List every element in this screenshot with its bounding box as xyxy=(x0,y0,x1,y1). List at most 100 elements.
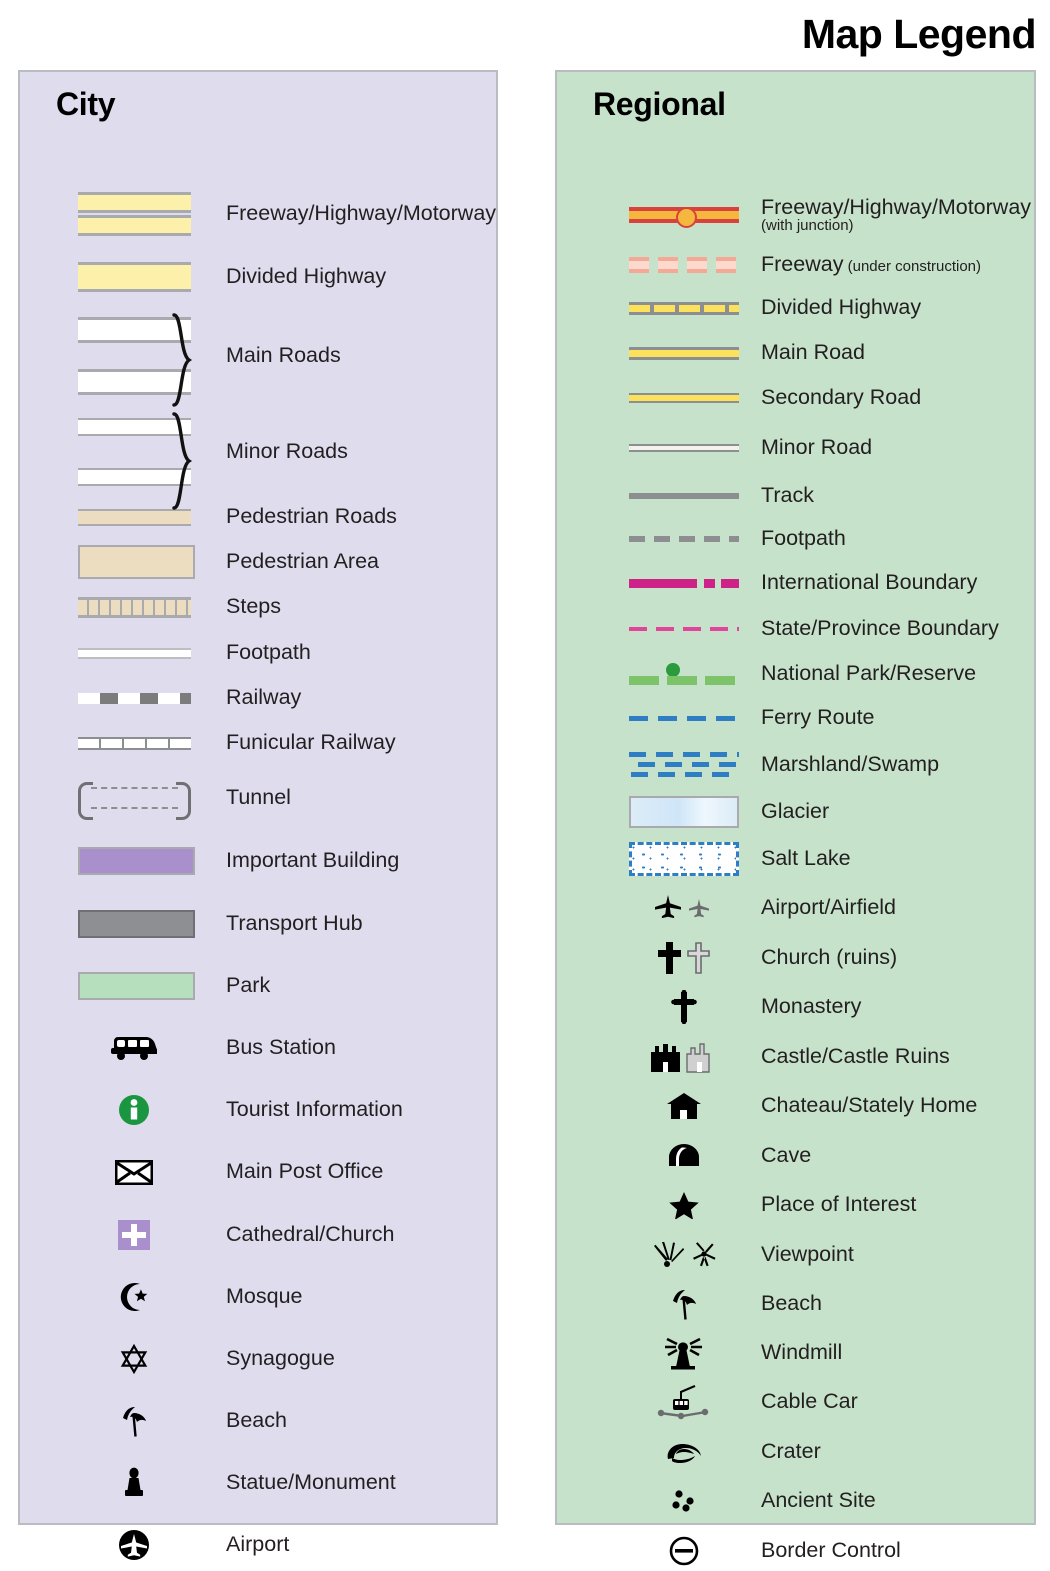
glacier-swatch xyxy=(619,796,749,828)
legend-row: International Boundary xyxy=(557,563,1034,603)
border-control-icon xyxy=(619,1536,749,1566)
legend-label: Airport xyxy=(226,1532,290,1557)
page-title: Map Legend xyxy=(801,11,1037,57)
crescent-star-icon xyxy=(58,1282,210,1312)
legend-label: Footpath xyxy=(226,640,311,665)
chateau-icon xyxy=(619,1092,749,1120)
legend-label: Beach xyxy=(761,1291,822,1316)
ancient-site-dots-icon xyxy=(619,1488,749,1514)
legend-label: Marshland/Swamp xyxy=(761,752,940,777)
legend-row: Funicular Railway xyxy=(20,723,496,763)
legend-row: Tunnel xyxy=(20,778,496,820)
legend-row: Crater xyxy=(557,1432,1034,1472)
legend-label: Chateau/Stately Home xyxy=(761,1093,978,1118)
castle-pair-icon xyxy=(619,1040,749,1074)
cross-pair-icon xyxy=(619,941,749,975)
beach-umbrella-icon xyxy=(619,1287,749,1321)
legend-row: Freeway/Highway/Motorway (with junction) xyxy=(557,195,1034,235)
legend-label: Divided Highway xyxy=(226,264,387,289)
legend-label: Transport Hub xyxy=(226,911,363,936)
legend-row: Airport xyxy=(20,1525,496,1565)
legend-row: Cave xyxy=(557,1136,1034,1176)
legend-label: International Boundary xyxy=(761,570,978,595)
ferry-route-line xyxy=(619,715,749,721)
legend-label: Tourist Information xyxy=(226,1097,403,1122)
legend-row: Pedestrian Area xyxy=(20,542,496,582)
legend-row: Park xyxy=(20,966,496,1006)
legend-row: Important Building xyxy=(20,841,496,881)
legend-row: Track xyxy=(557,476,1034,516)
legend-label: Place of Interest xyxy=(761,1192,917,1217)
envelope-icon xyxy=(58,1159,210,1185)
legend-row: Freeway (under construction) xyxy=(557,245,1034,285)
star-icon xyxy=(619,1191,749,1219)
legend-sublabel: (under construction) xyxy=(843,258,982,276)
legend-row: Bus Station xyxy=(20,1028,496,1068)
legend-label: Airport/Airfield xyxy=(761,895,897,920)
legend-row: Secondary Road xyxy=(557,378,1034,418)
legend-row: Tourist Information xyxy=(20,1090,496,1130)
legend-row: State/Province Boundary xyxy=(557,609,1034,649)
legend-label: State/Province Boundary xyxy=(761,616,999,641)
legend-row: Place of Interest xyxy=(557,1185,1034,1225)
legend-label: Cable Car xyxy=(761,1389,858,1414)
minor-road-line xyxy=(619,444,749,452)
legend-label: Freeway (under construction) xyxy=(761,253,981,276)
legend-row: Minor Roads xyxy=(20,418,496,486)
legend-label: Cathedral/Church xyxy=(226,1222,395,1247)
freeway-junction-line xyxy=(619,206,749,228)
legend-label: Mosque xyxy=(226,1284,303,1309)
legend-label: Church (ruins) xyxy=(761,945,898,970)
legend-label-text: Freeway/Highway/Motorway xyxy=(761,194,1032,219)
legend-row: Ancient Site xyxy=(557,1481,1034,1521)
legend-label: Funicular Railway xyxy=(226,730,396,755)
legend-label: Statue/Monument xyxy=(226,1470,396,1495)
legend-row: Main Post Office xyxy=(20,1152,496,1192)
statue-icon xyxy=(58,1467,210,1499)
windmill-icon xyxy=(619,1336,749,1370)
legend-row: Minor Road xyxy=(557,428,1034,468)
legend-row: Windmill xyxy=(557,1333,1034,1373)
beach-umbrella-icon xyxy=(58,1404,210,1438)
legend-row: Transport Hub xyxy=(20,904,496,944)
legend-label: Pedestrian Roads xyxy=(226,504,397,529)
legend-label: Cave xyxy=(761,1143,812,1168)
cathedral-cross-square-icon xyxy=(58,1220,210,1250)
legend-label: Pedestrian Area xyxy=(226,549,379,574)
legend-row: Footpath xyxy=(557,519,1034,559)
park-swatch xyxy=(58,972,210,1000)
track-line xyxy=(619,493,749,499)
legend-row: Beach xyxy=(20,1401,496,1441)
airport-circle-icon xyxy=(58,1529,210,1561)
bus-icon xyxy=(58,1035,210,1061)
legend-label: Tunnel xyxy=(226,785,291,810)
legend-label: Railway xyxy=(226,685,302,710)
legend-label: Bus Station xyxy=(226,1035,336,1060)
legend-row: Church (ruins) xyxy=(557,938,1034,978)
legend-label: Track xyxy=(761,483,814,508)
legend-label: Monastery xyxy=(761,994,862,1019)
pedestrian-area-block xyxy=(58,545,210,579)
regional-legend-panel: Regional Freeway/Highway/Motorway (with j… xyxy=(555,70,1036,1566)
footpath-thin-line xyxy=(58,647,210,659)
important-building-swatch xyxy=(58,847,210,875)
legend-row: Ferry Route xyxy=(557,698,1034,738)
legend-row: Main Roads xyxy=(20,317,496,395)
legend-label: Minor Road xyxy=(761,435,873,460)
legend-label: National Park/Reserve xyxy=(761,661,977,686)
legend-label: Footpath xyxy=(761,526,846,551)
legend-row: Salt Lake xyxy=(557,839,1034,879)
information-circle-icon xyxy=(58,1094,210,1126)
legend-row: Airport/Airfield xyxy=(557,888,1034,928)
monastery-cross-icon xyxy=(619,990,749,1024)
transport-hub-swatch xyxy=(58,910,210,938)
freeway-double-band xyxy=(58,192,210,236)
legend-label: Main Post Office xyxy=(226,1159,384,1184)
legend-label: Main Road xyxy=(761,340,865,365)
legend-label: Important Building xyxy=(226,848,400,873)
city-legend-panel: City Freeway/Highway/Motorway Divided Hig… xyxy=(18,70,498,1560)
legend-label: Freeway/Highway/Motorway (with junction) xyxy=(761,194,1032,234)
legend-label: Salt Lake xyxy=(761,846,851,871)
crater-icon xyxy=(619,1440,749,1464)
legend-label: Border Control xyxy=(761,1538,901,1563)
